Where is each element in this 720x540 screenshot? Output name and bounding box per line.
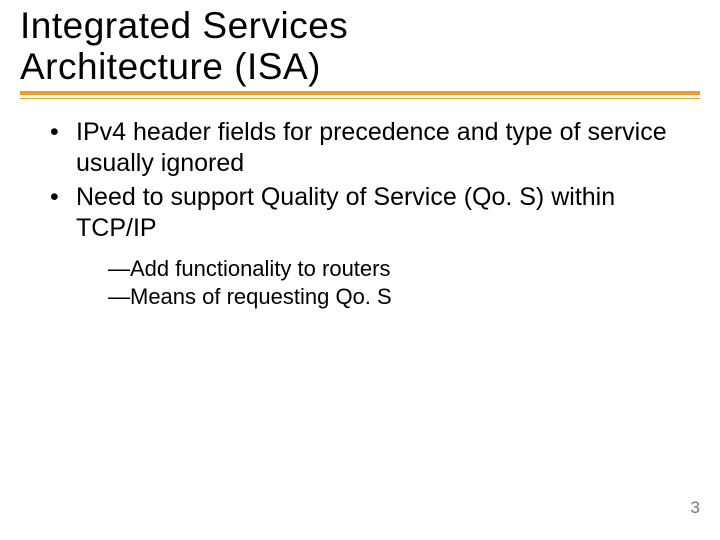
bullet-list: IPv4 header fields for precedence and ty…	[44, 117, 700, 310]
slide-title: Integrated Services Architecture (ISA)	[20, 6, 700, 87]
sub-bullet-text: Means of requesting Qo. S	[130, 284, 392, 309]
title-rule-thick	[20, 91, 700, 95]
sub-bullet-text: Add functionality to routers	[130, 256, 390, 281]
sub-bullet-item: —Means of requesting Qo. S	[108, 283, 700, 311]
title-rule-thin	[20, 98, 700, 99]
emdash-icon: —	[108, 284, 130, 309]
slide: Integrated Services Architecture (ISA) I…	[0, 0, 720, 540]
bullet-text: Need to support Quality of Service (Qo. …	[76, 183, 615, 242]
bullet-item: IPv4 header fields for precedence and ty…	[44, 117, 700, 178]
sub-bullet-item: —Add functionality to routers	[108, 255, 700, 283]
sub-bullet-list: —Add functionality to routers —Means of …	[76, 255, 700, 310]
emdash-icon: —	[108, 256, 130, 281]
title-line-1: Integrated Services	[20, 5, 348, 46]
bullet-item: Need to support Quality of Service (Qo. …	[44, 182, 700, 310]
page-number: 3	[691, 498, 700, 518]
title-line-2: Architecture (ISA)	[20, 46, 321, 87]
content-area: IPv4 header fields for precedence and ty…	[20, 117, 700, 310]
bullet-text: IPv4 header fields for precedence and ty…	[76, 118, 667, 177]
